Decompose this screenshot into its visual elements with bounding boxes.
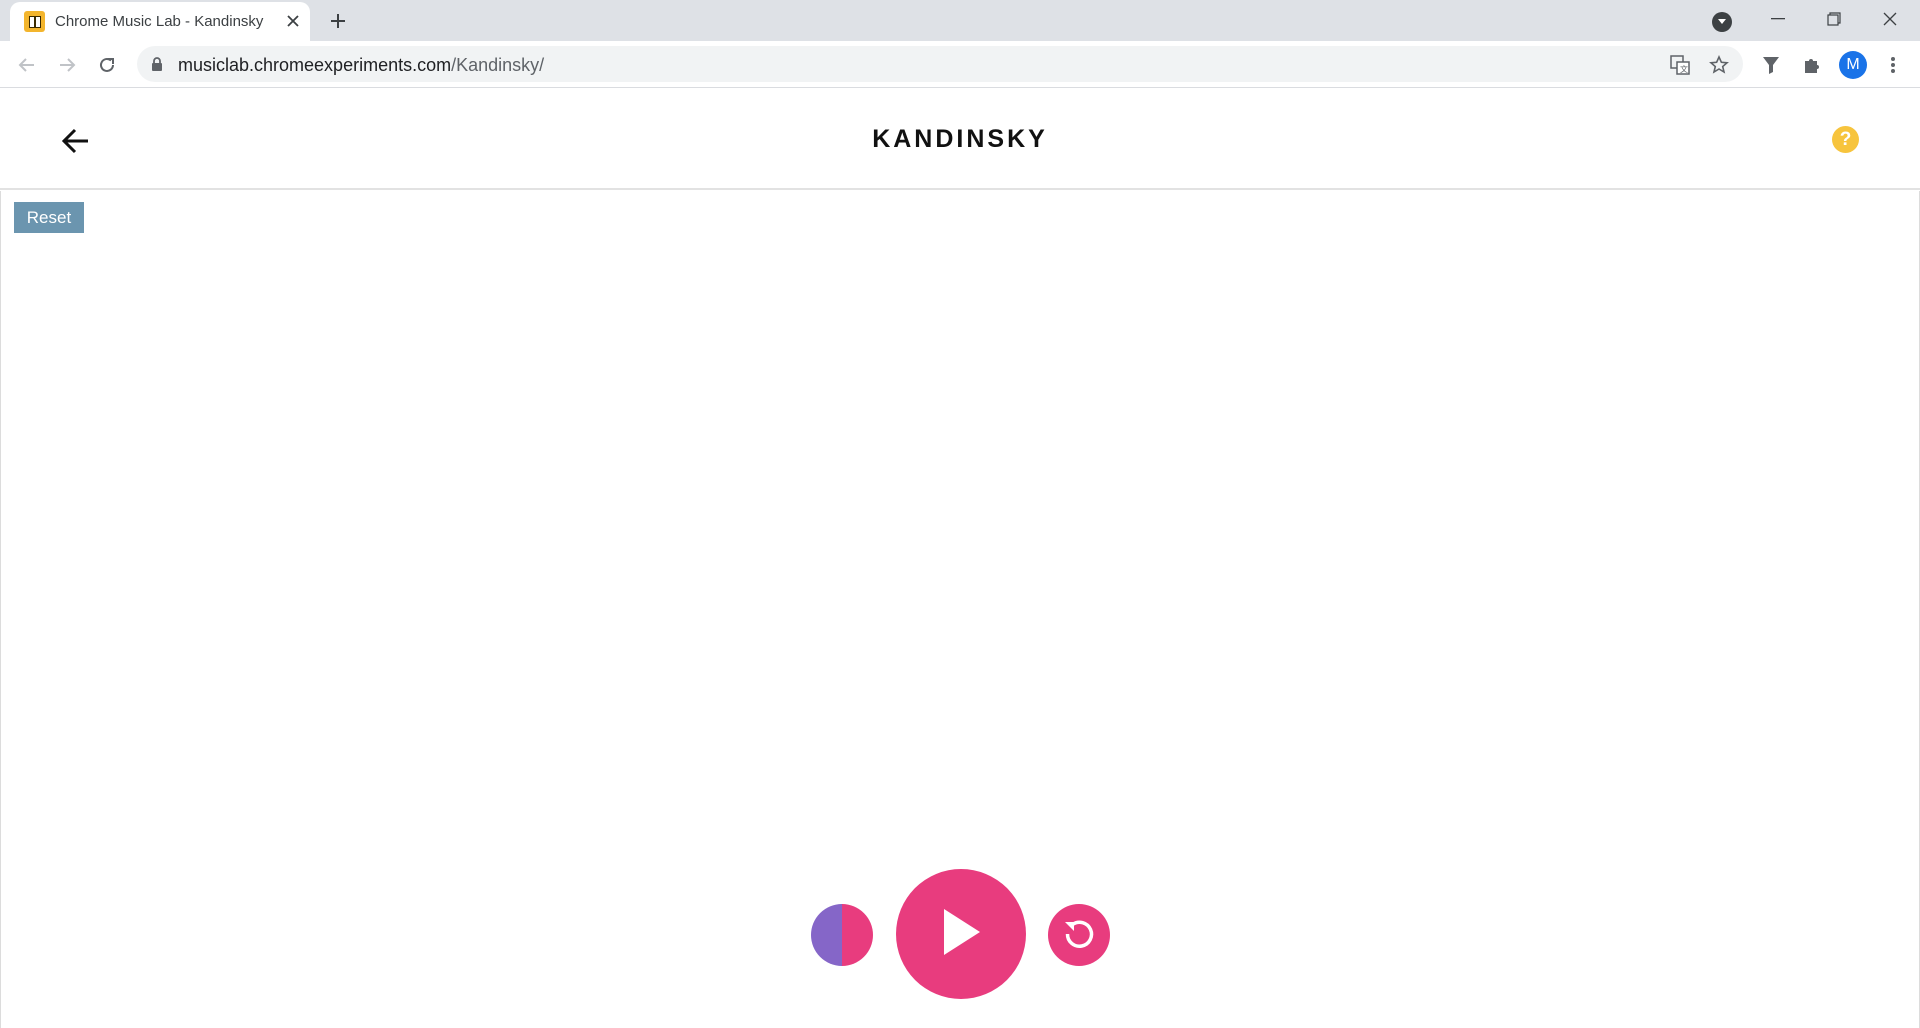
drawing-canvas[interactable]: Reset <box>0 191 1920 1028</box>
url-text[interactable]: musiclab.chromeexperiments.com/Kandinsky… <box>178 55 544 76</box>
undo-button[interactable] <box>1048 904 1110 966</box>
tab-close-icon[interactable] <box>282 10 304 32</box>
reset-button[interactable]: Reset <box>14 202 84 233</box>
color-mode-icon[interactable] <box>811 904 873 966</box>
page-title: KANDINSKY <box>872 125 1048 153</box>
svg-text:文: 文 <box>1680 64 1688 74</box>
play-icon <box>938 906 984 963</box>
window-close-icon[interactable] <box>1862 0 1918 38</box>
new-tab-icon[interactable] <box>326 9 350 33</box>
forward-nav-icon[interactable] <box>52 50 82 80</box>
browser-tab-strip: Chrome Music Lab - Kandinsky <box>0 0 1920 41</box>
url-path: /Kandinsky/ <box>451 55 545 75</box>
undo-icon <box>1062 916 1096 955</box>
minimize-icon[interactable] <box>1750 0 1806 38</box>
extensions-puzzle-icon[interactable] <box>1798 51 1826 79</box>
reload-icon[interactable] <box>92 50 122 80</box>
browser-tab[interactable]: Chrome Music Lab - Kandinsky <box>10 2 310 41</box>
tab-title: Chrome Music Lab - Kandinsky <box>55 13 264 30</box>
restore-icon[interactable] <box>1806 0 1862 38</box>
back-nav-icon[interactable] <box>12 50 42 80</box>
tab-search-icon[interactable] <box>1712 12 1732 32</box>
chrome-music-lab-favicon-icon <box>24 11 45 32</box>
translate-icon[interactable]: 文 <box>1667 52 1693 78</box>
help-icon[interactable]: ? <box>1832 126 1859 153</box>
more-menu-icon[interactable] <box>1879 51 1907 79</box>
profile-avatar[interactable]: M <box>1839 51 1867 79</box>
app-header: KANDINSKY ? <box>0 89 1920 190</box>
lock-icon[interactable] <box>151 57 163 76</box>
url-host: musiclab.chromeexperiments.com <box>178 55 452 75</box>
browser-toolbar: musiclab.chromeexperiments.com/Kandinsky… <box>0 41 1920 88</box>
address-bar[interactable]: musiclab.chromeexperiments.com/Kandinsky… <box>137 46 1743 82</box>
play-button[interactable] <box>896 869 1026 999</box>
bookmark-star-icon[interactable] <box>1706 52 1732 78</box>
extension-filter-icon[interactable] <box>1757 51 1785 79</box>
